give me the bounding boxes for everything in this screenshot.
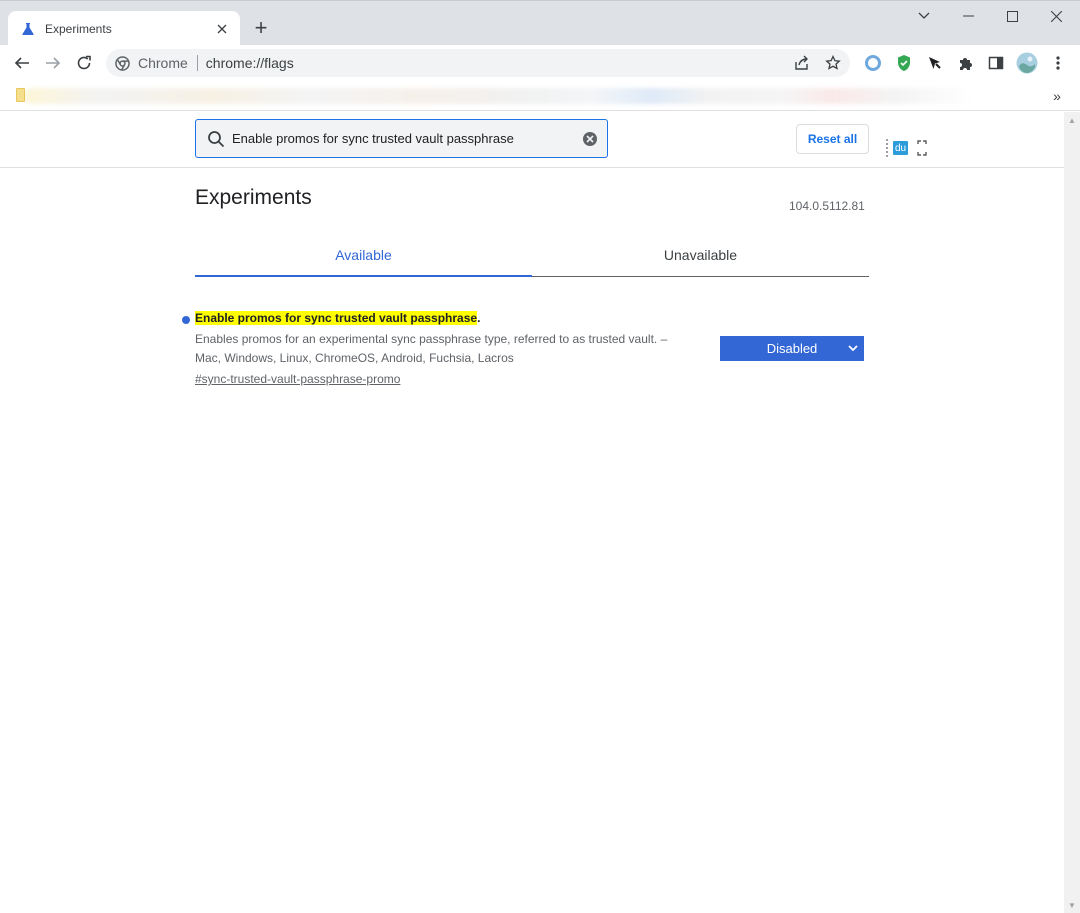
flags-tabs: Available Unavailable: [195, 234, 869, 277]
tab-available[interactable]: Available: [195, 234, 532, 277]
forward-arrow-icon[interactable]: [39, 49, 67, 77]
omnibox[interactable]: Chrome chrome://flags: [106, 49, 850, 77]
tab-close-icon[interactable]: [214, 21, 230, 37]
flag-description: Enables promos for an experimental sync …: [195, 332, 668, 365]
search-icon: [206, 129, 226, 149]
flag-entry: Enable promos for sync trusted vault pas…: [182, 310, 872, 390]
tab-search-icon[interactable]: [902, 3, 946, 29]
flag-name-highlight: Enable promos for sync trusted vault pas…: [195, 311, 478, 325]
bookmarks-bar: »: [0, 81, 1080, 111]
maximize-icon[interactable]: [990, 3, 1034, 29]
flask-icon: [20, 21, 36, 37]
chevron-down-icon: [848, 343, 858, 353]
bookmarks-overflow-button[interactable]: »: [1048, 86, 1066, 106]
flag-state-select[interactable]: Disabled: [720, 336, 864, 361]
cursor-extension-icon[interactable]: [924, 52, 946, 74]
tab-experiments[interactable]: Experiments: [8, 11, 240, 47]
reset-all-button[interactable]: Reset all: [796, 124, 869, 154]
page-title: Experiments: [195, 186, 312, 209]
window-close-icon[interactable]: [1034, 3, 1078, 29]
bookmarks-blurred: [24, 88, 974, 104]
tab-unavailable[interactable]: Unavailable: [532, 234, 869, 276]
modified-indicator-dot: [182, 316, 190, 324]
tab-title: Experiments: [45, 22, 112, 36]
side-panel-icon[interactable]: [985, 52, 1007, 74]
page-viewport: Reset all du Experiments 104.0.5112.81 A…: [0, 112, 1064, 913]
tab-strip: Experiments +: [0, 0, 1080, 47]
search-input[interactable]: [232, 131, 581, 146]
flag-permalink[interactable]: #sync-trusted-vault-passphrase-promo: [195, 372, 400, 386]
minimize-icon[interactable]: [946, 3, 990, 29]
new-tab-button[interactable]: +: [250, 15, 272, 40]
shield-check-icon[interactable]: [893, 52, 915, 74]
bookmark-star-icon[interactable]: [823, 53, 843, 73]
search-box: [195, 119, 608, 158]
share-icon[interactable]: [792, 53, 812, 73]
flag-state-value: Disabled: [766, 341, 818, 356]
page-scrollbar[interactable]: ▲ ▼: [1064, 112, 1080, 913]
flags-header: Reset all du: [0, 112, 1064, 168]
clear-search-icon[interactable]: [581, 130, 599, 148]
version-number: 104.0.5112.81: [789, 199, 865, 213]
back-arrow-icon[interactable]: [8, 49, 36, 77]
chrome-logo-icon: [114, 55, 130, 71]
flag-name-suffix: .: [477, 311, 481, 325]
address-chip: Chrome: [138, 55, 188, 71]
bookmark-folder-icon[interactable]: [16, 88, 25, 102]
flag-name: Enable promos for sync trusted vault pas…: [195, 311, 480, 325]
profile-avatar[interactable]: [1016, 52, 1038, 74]
toolbar-grip[interactable]: [886, 139, 888, 157]
puzzle-extensions-icon[interactable]: [955, 52, 977, 74]
toolbar: Chrome chrome://flags: [0, 45, 1080, 81]
address-separator: [196, 55, 198, 71]
screenshot-frame-icon[interactable]: [917, 139, 927, 157]
du-extension-button[interactable]: du: [893, 141, 908, 155]
extension-ring-icon[interactable]: [862, 52, 884, 74]
scroll-down-icon[interactable]: ▼: [1068, 901, 1076, 910]
reload-icon[interactable]: [70, 49, 98, 77]
url-text[interactable]: chrome://flags: [206, 55, 294, 71]
chrome-menu-icon[interactable]: [1047, 52, 1069, 74]
scroll-up-icon[interactable]: ▲: [1068, 116, 1076, 125]
